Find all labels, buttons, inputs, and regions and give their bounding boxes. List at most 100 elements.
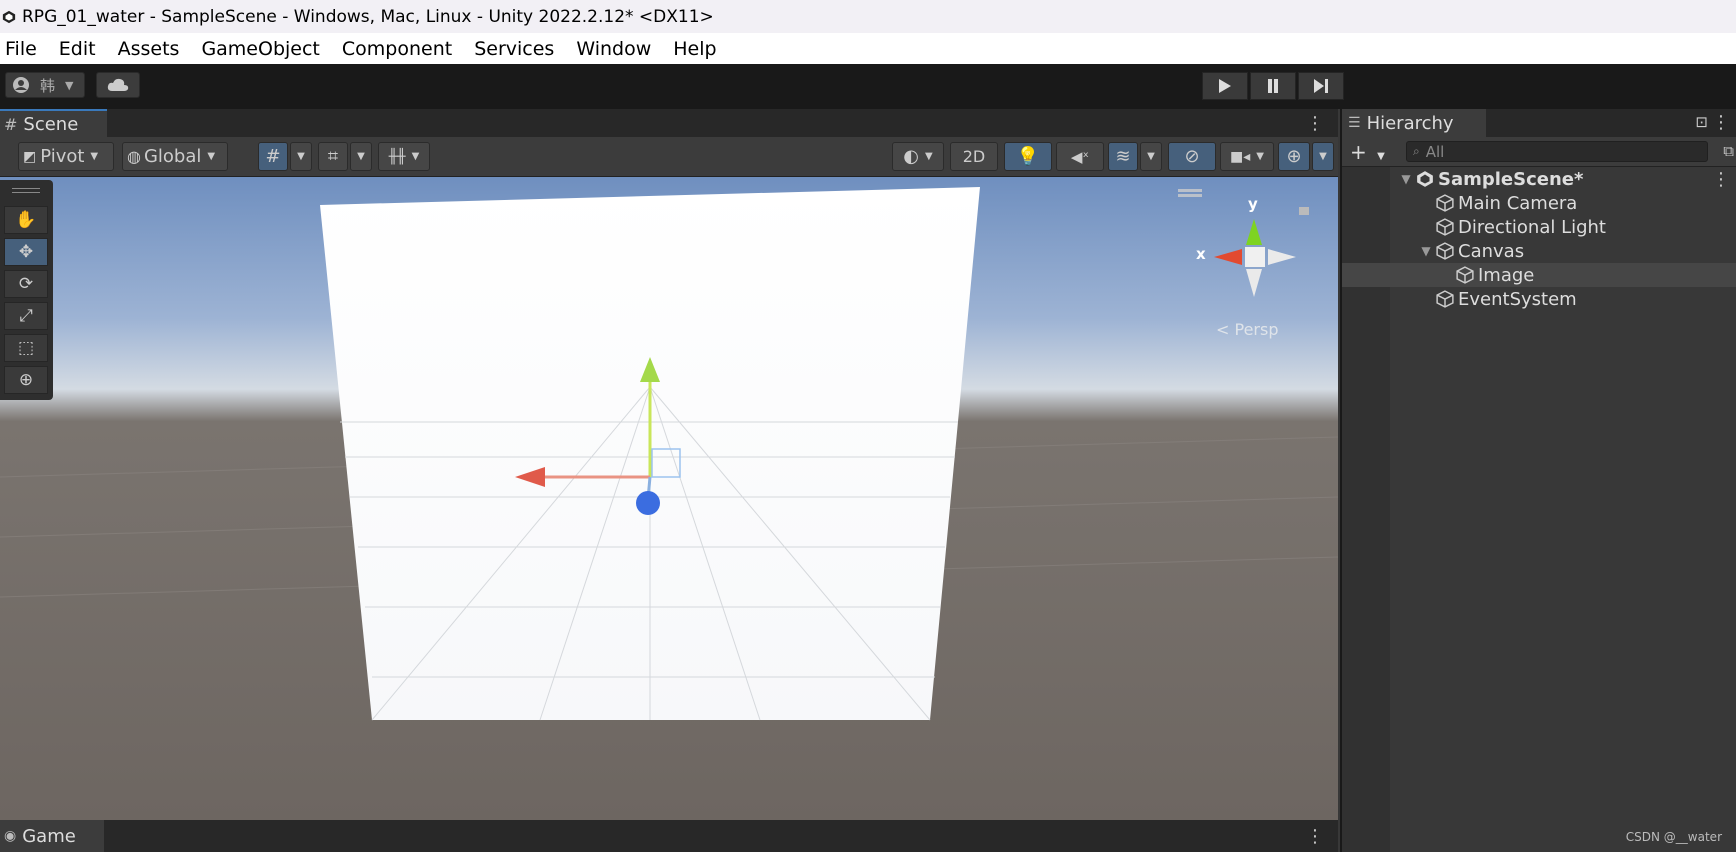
gizmos-dropdown[interactable]: ▼	[1312, 142, 1334, 171]
effects-toggle[interactable]: ≋	[1108, 142, 1138, 171]
gizmo-globe-icon: ⊕	[1286, 146, 1302, 167]
menu-services[interactable]: Services	[474, 38, 554, 60]
more-options-icon[interactable]: ⋮	[1712, 112, 1730, 133]
pause-button[interactable]	[1250, 72, 1296, 100]
gizmo-y-label: y	[1248, 195, 1258, 213]
window-titlebar: RPG_01_water - SampleScene - Windows, Ma…	[0, 0, 1736, 33]
plus-icon: +	[1350, 140, 1367, 164]
lock-icon[interactable]: ⊡	[1695, 113, 1708, 131]
unity-logo-icon	[2, 10, 16, 23]
tool-palette: ✋ ✥ ⟳ ⤢ ⬚ ⊕	[0, 180, 53, 400]
move-tool-button[interactable]: ✥	[4, 238, 48, 266]
pivot-label: Pivot	[40, 146, 85, 167]
more-options-icon[interactable]: ⋮	[1712, 169, 1730, 190]
more-options-icon[interactable]: ⋮	[1306, 826, 1324, 847]
transform-tool-button[interactable]: ⊕	[4, 366, 48, 394]
list-icon: ☰	[1348, 115, 1361, 131]
camera-icon: ■◂	[1230, 148, 1251, 165]
grid-snap-button[interactable]: #	[258, 142, 288, 171]
create-dropdown[interactable]: + ▼	[1350, 140, 1385, 164]
pause-icon	[1268, 79, 1278, 93]
hierarchy-item-canvas[interactable]: ▼ Canvas	[1342, 239, 1736, 263]
ruler-button[interactable]: ╫╫ ▼	[378, 142, 430, 171]
rect-tool-button[interactable]: ⬚	[4, 334, 48, 362]
mode-2d-button[interactable]: 2D	[950, 142, 998, 171]
gameobject-cube-icon	[1434, 241, 1456, 261]
account-dropdown[interactable]: 韩 ▼	[5, 72, 85, 98]
hierarchy-item-samplescene[interactable]: ▼ SampleScene* ⋮	[1342, 167, 1736, 191]
tab-scene[interactable]: # Scene	[0, 109, 107, 137]
audio-toggle[interactable]: ◀ˣ	[1056, 142, 1104, 171]
gizmo-z-handle[interactable]	[636, 491, 660, 515]
hierarchy-item-label: SampleScene*	[1438, 168, 1584, 190]
hierarchy-item-directional-light[interactable]: Directional Light	[1342, 215, 1736, 239]
menu-window[interactable]: Window	[576, 38, 651, 60]
scale-tool-button[interactable]: ⤢	[4, 302, 48, 330]
lock-icon[interactable]	[1300, 201, 1310, 211]
gameobject-cube-icon	[1434, 193, 1456, 213]
rotate-tool-button[interactable]: ⟳	[4, 270, 48, 298]
orientation-gizmo[interactable]	[1178, 189, 1309, 297]
persp-toggle[interactable]: < Persp	[1216, 320, 1279, 339]
lighting-toggle[interactable]: 💡	[1004, 142, 1052, 171]
main-toolbar: 韩 ▼	[0, 64, 1736, 109]
cloud-button[interactable]	[96, 72, 140, 98]
tab-hierarchy-label: Hierarchy	[1366, 112, 1454, 134]
chevron-down-icon: ▼	[65, 78, 74, 92]
hierarchy-search-input[interactable]: ⌕ All	[1406, 141, 1708, 162]
camera-dropdown[interactable]: ■◂ ▼	[1220, 142, 1274, 171]
increment-snap-dropdown[interactable]: ▼	[350, 142, 372, 171]
chevron-down-icon: ▼	[207, 151, 216, 162]
gamepad-icon: ◉	[4, 828, 17, 844]
shading-mode-dropdown[interactable]: ◐ ▼	[892, 142, 944, 171]
shading-sphere-icon: ◐	[903, 146, 919, 167]
window-title: RPG_01_water - SampleScene - Windows, Ma…	[22, 6, 714, 27]
menu-help[interactable]: Help	[673, 38, 716, 60]
expand-arrow-icon[interactable]: ▼	[1418, 244, 1434, 258]
hand-tool-button[interactable]: ✋	[4, 206, 48, 234]
account-label: 韩	[40, 76, 56, 95]
ruler-icon: ╫╫	[388, 148, 406, 165]
tab-game[interactable]: ◉ Game	[0, 820, 104, 852]
more-options-icon[interactable]: ⋮	[1306, 113, 1324, 134]
chevron-down-icon: ▼	[90, 151, 99, 162]
global-label: Global	[143, 146, 202, 167]
eye-hidden-icon: ⊘	[1184, 146, 1200, 167]
hand-icon: ✋	[15, 210, 37, 230]
effects-dropdown[interactable]: ▼	[1140, 142, 1162, 171]
search-icon: ⌕	[1413, 144, 1420, 158]
pivot-dropdown[interactable]: ◩ Pivot ▼	[18, 142, 114, 171]
scene-viewport[interactable]: y x < Persp ✋ ✥ ⟳ ⤢ ⬚ ⊕	[0, 177, 1338, 820]
hierarchy-item-eventsystem[interactable]: EventSystem	[1342, 287, 1736, 311]
scale-icon: ⤢	[19, 306, 33, 326]
play-icon	[1219, 79, 1231, 93]
scene-toolbar: ◩ Pivot ▼ ◍ Global ▼ # ▼ ⌗ ▼ ╫╫ ▼ ◐ ▼ 2D 💡…	[0, 137, 1338, 177]
scene-visibility-icon[interactable]: ⧉	[1723, 142, 1734, 160]
global-dropdown[interactable]: ◍ Global ▼	[122, 142, 228, 171]
menu-component[interactable]: Component	[342, 38, 452, 60]
play-button[interactable]	[1202, 72, 1248, 100]
step-button[interactable]	[1298, 72, 1344, 100]
hierarchy-item-image[interactable]: Image	[1342, 263, 1736, 287]
grid-snap-dropdown[interactable]: ▼	[290, 142, 312, 171]
menu-file[interactable]: File	[5, 38, 37, 60]
expand-arrow-icon[interactable]: ▼	[1398, 172, 1414, 186]
tab-hierarchy[interactable]: ☰ Hierarchy	[1342, 109, 1486, 137]
chevron-down-icon: ▼	[1256, 151, 1264, 162]
globe-icon: ◍	[127, 147, 141, 166]
persp-label: Persp	[1234, 320, 1279, 339]
menu-gameobject[interactable]: GameObject	[201, 38, 319, 60]
chevron-down-icon: ▼	[1319, 151, 1327, 162]
menu-edit[interactable]: Edit	[59, 38, 96, 60]
game-tab-bar: ◉ Game ⋮	[0, 820, 1338, 852]
effects-layers-icon: ≋	[1115, 146, 1131, 167]
gizmos-toggle[interactable]: ⊕	[1278, 142, 1310, 171]
scene-visibility-toggle[interactable]: ⊘	[1168, 142, 1216, 171]
tool-palette-handle[interactable]	[12, 188, 40, 193]
menu-assets[interactable]: Assets	[118, 38, 180, 60]
hierarchy-item-label: Directional Light	[1458, 216, 1606, 238]
hierarchy-item-main-camera[interactable]: Main Camera	[1342, 191, 1736, 215]
hierarchy-item-label: Image	[1478, 264, 1535, 286]
chevron-down-icon: ▼	[1147, 151, 1155, 162]
increment-snap-button[interactable]: ⌗	[318, 142, 348, 171]
